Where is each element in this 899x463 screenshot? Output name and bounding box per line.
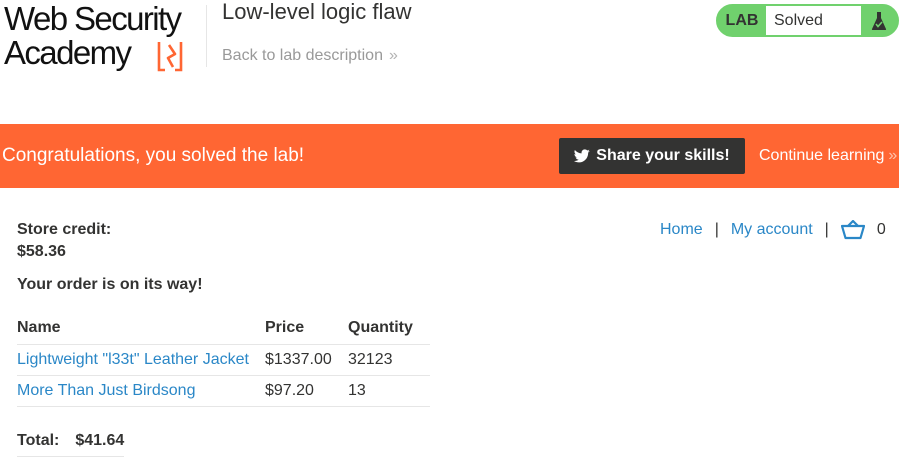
- my-account-link[interactable]: My account: [731, 221, 813, 239]
- product-price: $97.20: [265, 375, 348, 407]
- continue-learning-label: Continue learning: [759, 147, 885, 164]
- nav-separator: |: [824, 221, 829, 238]
- product-quantity: 13: [348, 375, 430, 407]
- cart-count: 0: [876, 221, 886, 238]
- column-header-name: Name: [17, 312, 265, 345]
- column-header-quantity: Quantity: [348, 312, 430, 345]
- store-credit-label: Store credit:: [17, 221, 112, 238]
- brand-line-1: Web Security: [4, 0, 182, 37]
- top-navigation: Home | My account | 0: [660, 220, 886, 240]
- column-header-price: Price: [265, 312, 348, 345]
- nav-separator: |: [714, 221, 719, 238]
- double-chevron-right-icon: »: [388, 47, 398, 64]
- product-price: $1337.00: [265, 344, 348, 376]
- back-to-description-link[interactable]: Back to lab description »: [222, 47, 398, 65]
- solved-banner: Congratulations, you solved the lab! Sha…: [0, 124, 899, 188]
- table-row: Lightweight "l33t" Leather Jacket $1337.…: [17, 344, 430, 376]
- header-divider: [206, 5, 207, 67]
- store-credit-value: $58.36: [17, 243, 66, 260]
- table-header-row: Name Price Quantity: [17, 312, 430, 345]
- page: Web Security Academy Low-level logic fla…: [0, 0, 899, 463]
- continue-learning-link[interactable]: Continue learning»: [759, 147, 897, 165]
- back-link-label: Back to lab description: [222, 47, 383, 64]
- share-skills-button[interactable]: Share your skills!: [559, 138, 745, 174]
- brand-logo[interactable]: Web Security Academy: [4, 2, 204, 74]
- cart-link[interactable]: 0: [840, 220, 886, 240]
- order-table: Name Price Quantity Lightweight "l33t" L…: [17, 312, 430, 407]
- twitter-bird-icon: [574, 149, 591, 163]
- lab-badge: LAB: [718, 6, 766, 35]
- lab-title: Low-level logic flaw: [222, 0, 412, 24]
- lab-status-widget: LAB Solved: [716, 4, 899, 37]
- congratulations-message: Congratulations, you solved the lab!: [2, 145, 305, 166]
- flask-icon: [861, 6, 897, 35]
- product-quantity: 32123: [348, 344, 430, 376]
- table-row: More Than Just Birdsong $97.20 13: [17, 375, 430, 407]
- home-link[interactable]: Home: [660, 221, 703, 239]
- basket-icon: [840, 220, 865, 240]
- total-value: $41.64: [75, 431, 125, 449]
- order-total: Total: $41.64: [17, 425, 124, 457]
- product-link[interactable]: Lightweight "l33t" Leather Jacket: [17, 351, 249, 368]
- share-skills-label: Share your skills!: [596, 147, 730, 164]
- product-link[interactable]: More Than Just Birdsong: [17, 382, 195, 399]
- lightning-bolt-icon: [157, 42, 183, 72]
- double-chevron-right-icon: »: [888, 147, 898, 164]
- lab-status-text: Solved: [766, 6, 861, 35]
- total-label: Total:: [17, 431, 60, 449]
- order-confirmation-message: Your order is on its way!: [17, 276, 203, 293]
